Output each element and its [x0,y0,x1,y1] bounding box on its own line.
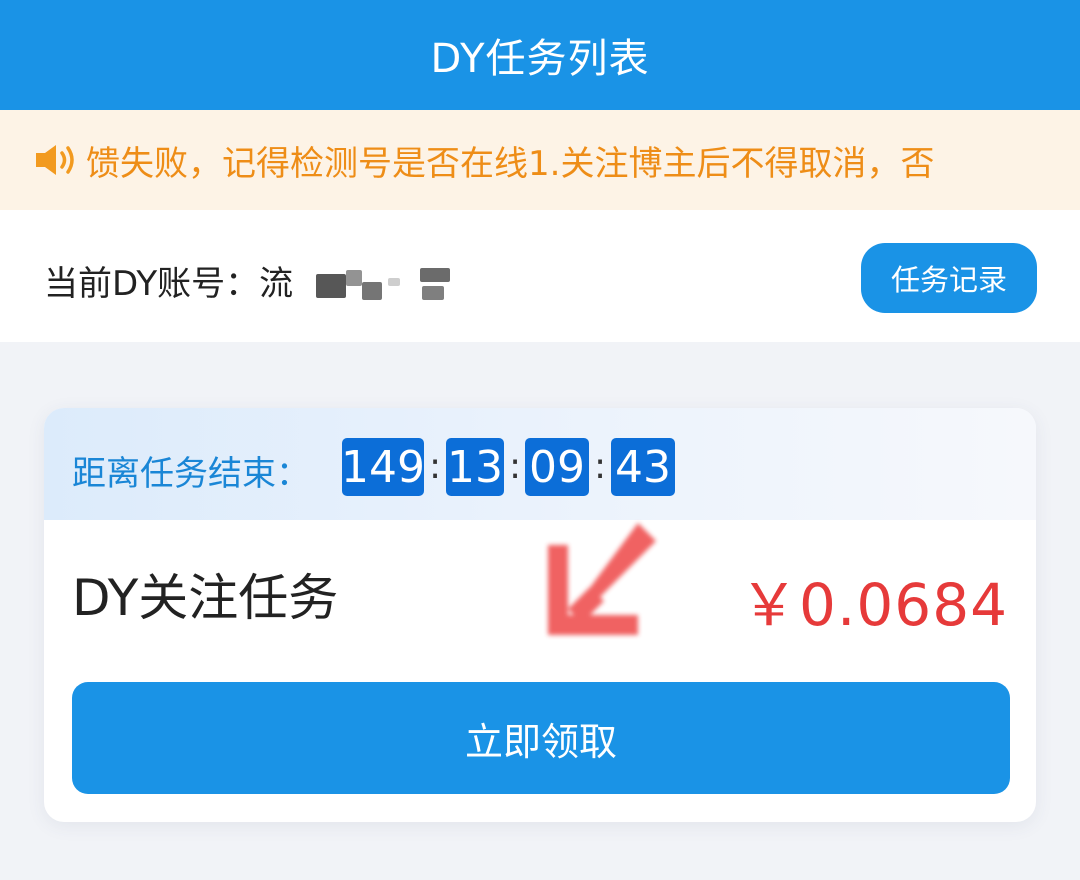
notice-text: 馈失败，记得检测号是否在线1.关注博主后不得取消，否 [86,143,935,184]
task-title: DY关注任务 [72,569,339,627]
countdown-separator: : [429,446,442,487]
task-reward: ￥0.0684 [740,571,1008,639]
account-label: 当前DY账号：流 [44,256,293,305]
task-records-button[interactable]: 任务记录 [861,243,1037,313]
task-card: 距离任务结束： 149 : 13 : 09 : 43 DY关注任务 ￥0.068… [44,408,1036,822]
countdown-separator: : [594,446,607,487]
account-label-text: 当前DY账号： [44,264,260,304]
notice-marquee: 馈失败，记得检测号是否在线1.关注博主后不得取消，否 [86,110,1080,210]
countdown-minutes: 09 [525,438,589,496]
countdown-separator: : [509,446,522,487]
speaker-icon [36,145,74,175]
countdown-hours: 13 [446,438,504,496]
countdown-label: 距离任务结束： [72,454,310,494]
page-title: DY任务列表 [430,36,650,82]
account-name-redacted [316,268,452,302]
claim-task-button[interactable]: 立即领取 [72,682,1010,794]
countdown-days: 149 [341,438,425,496]
app-header: DY任务列表 [0,0,1080,110]
countdown-row: 距离任务结束： 149 : 13 : 09 : 43 [44,408,1036,520]
notice-bar: 馈失败，记得检测号是否在线1.关注博主后不得取消，否 [0,110,1080,210]
account-name: 流 [259,264,294,304]
countdown-seconds: 43 [611,438,675,496]
